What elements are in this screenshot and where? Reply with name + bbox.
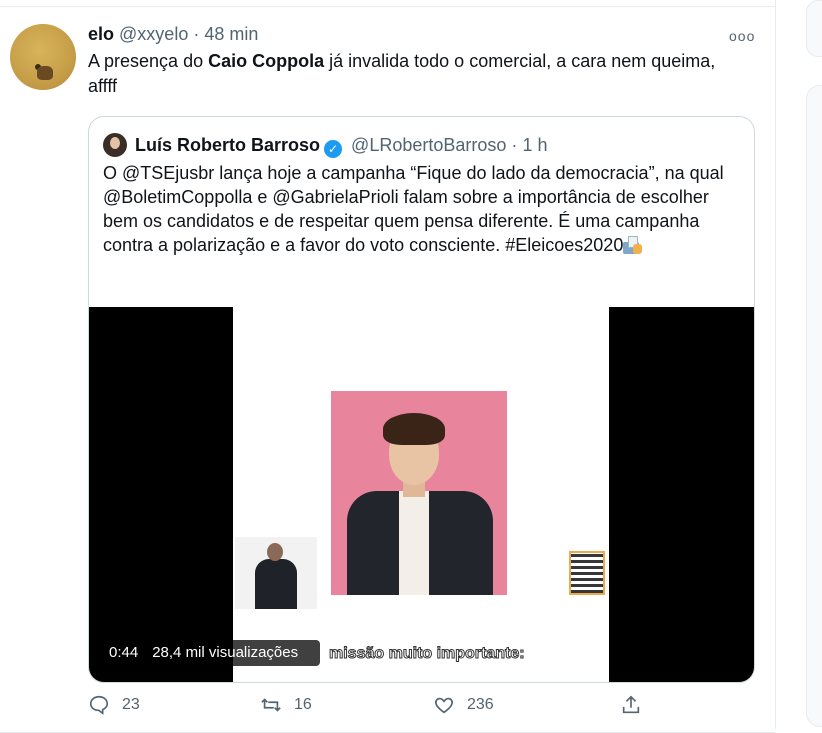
- retweet-button[interactable]: 16: [260, 694, 312, 716]
- reply-count: 23: [122, 696, 140, 713]
- sign-language-interpreter: [235, 537, 317, 609]
- tweet-actions: 23 16 236: [88, 694, 648, 720]
- sidebar-card-top: [806, 0, 822, 57]
- tweet-text: A presença do Caio Coppola já invalida t…: [88, 49, 728, 99]
- quoted-author-name[interactable]: Luís Roberto Barroso: [135, 135, 320, 155]
- reply-icon: [89, 695, 109, 715]
- video-caption: missão muito importante:: [329, 645, 526, 663]
- video-frame: [233, 307, 609, 682]
- author-name[interactable]: elo: [88, 24, 114, 44]
- presenter-image: [331, 391, 507, 595]
- tweet-time[interactable]: 48 min: [204, 24, 258, 44]
- video-meta: 0:44 28,4 mil visualizações: [101, 640, 321, 666]
- avatar[interactable]: [10, 24, 76, 90]
- like-button[interactable]: 236: [433, 694, 494, 716]
- quoted-tweet[interactable]: Luís Roberto Barroso ✓ @LRobertoBarroso ·…: [88, 116, 755, 683]
- retweet-icon: [261, 698, 281, 712]
- separator-dot: ·: [193, 24, 200, 44]
- sidebar-card: [806, 85, 822, 727]
- separator-dot: ·: [511, 135, 518, 155]
- video-player[interactable]: missão muito importante: 0:44 28,4 mil vi…: [89, 307, 754, 682]
- tweet-text-mention: Caio Coppola: [208, 51, 325, 71]
- tweet-header: elo @xxyelo · 48 min: [88, 23, 258, 45]
- column-divider: [775, 0, 776, 729]
- retweet-count: 16: [294, 696, 312, 713]
- tweet[interactable]: elo @xxyelo · 48 min ooo A presença do C…: [0, 6, 775, 733]
- quoted-text: O @TSEjusbr lança hoje a campanha “Fique…: [103, 161, 743, 257]
- quoted-header: Luís Roberto Barroso ✓ @LRobertoBarroso ·…: [135, 133, 547, 158]
- ballot-box-icon: [623, 236, 643, 254]
- like-count: 236: [467, 696, 494, 713]
- quoted-author-handle[interactable]: @LRobertoBarroso: [351, 135, 506, 155]
- avatar-figure: [37, 66, 53, 80]
- author-handle[interactable]: @xxyelo: [119, 24, 188, 44]
- verified-badge-icon: ✓: [324, 140, 343, 158]
- share-icon: [622, 695, 640, 714]
- video-duration: 0:44: [109, 644, 139, 661]
- quoted-avatar[interactable]: [103, 133, 127, 157]
- reply-button[interactable]: 23: [88, 694, 140, 716]
- tweet-text-part: A presença do: [88, 51, 209, 71]
- qr-code-icon: [569, 551, 605, 595]
- share-button[interactable]: [620, 694, 642, 716]
- video-views: 28,4 mil visualizações: [152, 644, 299, 661]
- more-options-icon[interactable]: ooo: [729, 28, 755, 44]
- heart-icon: [435, 697, 453, 714]
- quoted-time[interactable]: 1 h: [522, 135, 547, 155]
